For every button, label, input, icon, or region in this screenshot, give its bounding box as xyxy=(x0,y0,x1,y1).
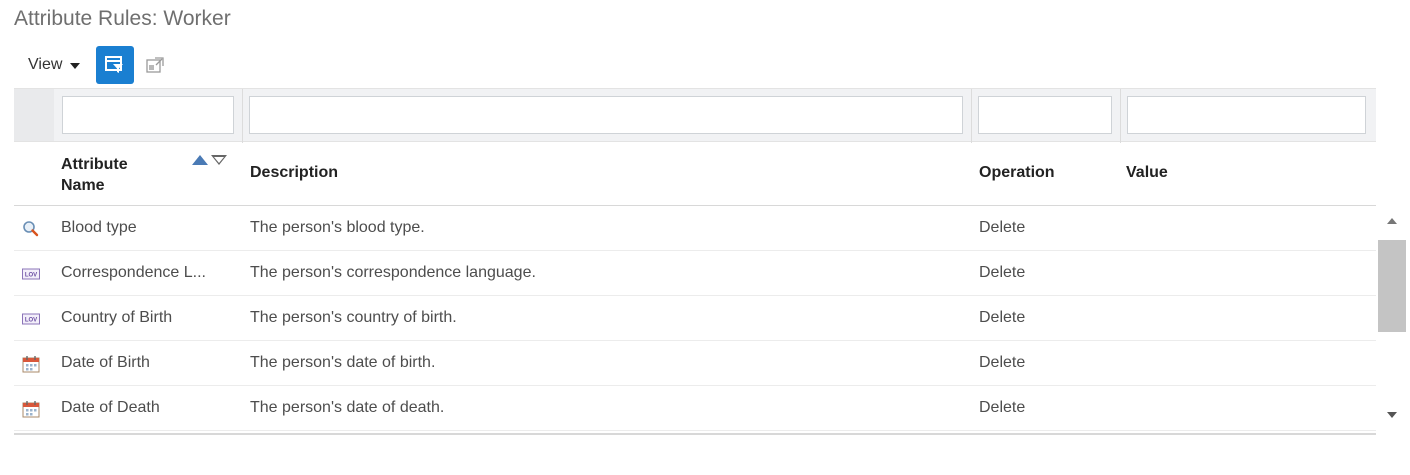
scrollbar-thumb[interactable] xyxy=(1378,240,1406,332)
list-of-values-icon: LOV xyxy=(22,268,40,280)
query-by-example-button[interactable] xyxy=(96,46,135,84)
detach-button[interactable] xyxy=(142,46,168,84)
search-icon xyxy=(23,221,39,237)
table-row[interactable]: Date of Death The person's date of death… xyxy=(14,386,1376,431)
table-row[interactable]: LOV Correspondence L... The person's cor… xyxy=(14,251,1376,296)
filter-value-input[interactable] xyxy=(1127,96,1366,134)
operation-cell: Delete xyxy=(979,219,1026,236)
attribute-name-cell: Country of Birth xyxy=(61,309,173,326)
operation-cell: Delete xyxy=(979,309,1026,326)
operation-cell: Delete xyxy=(979,264,1026,281)
description-cell: The person's correspondence language. xyxy=(250,264,536,281)
operation-cell: Delete xyxy=(979,354,1026,371)
toolbar: View xyxy=(14,46,168,84)
calendar-icon xyxy=(22,356,40,373)
chevron-down-icon xyxy=(70,63,81,69)
filter-operation-input[interactable] xyxy=(978,96,1112,134)
description-cell: The person's blood type. xyxy=(250,219,425,236)
detach-icon xyxy=(146,57,165,73)
view-menu-label: View xyxy=(28,56,63,73)
attribute-name-cell: Blood type xyxy=(61,219,137,236)
query-by-example-icon xyxy=(105,56,124,73)
column-header-description[interactable]: Description xyxy=(250,164,338,182)
svg-text:LOV: LOV xyxy=(25,273,37,279)
attribute-name-cell: Date of Birth xyxy=(61,354,150,371)
calendar-icon xyxy=(22,401,40,418)
table-row[interactable]: Date of Birth The person's date of birth… xyxy=(14,341,1376,386)
page-title: Attribute Rules: Worker xyxy=(14,7,231,30)
filter-row xyxy=(14,88,1376,143)
description-cell: The person's date of death. xyxy=(250,399,445,416)
column-header-operation[interactable]: Operation xyxy=(979,164,1055,182)
svg-text:LOV: LOV xyxy=(25,318,37,324)
table-row[interactable]: Blood type The person's blood type. Dele… xyxy=(14,206,1376,251)
divider xyxy=(14,433,1376,435)
attribute-rules-table: Attribute Name Description Operation Val… xyxy=(14,88,1408,436)
scroll-down-icon[interactable] xyxy=(1387,412,1397,418)
scroll-up-icon[interactable] xyxy=(1387,218,1397,224)
view-menu[interactable]: View xyxy=(14,46,90,84)
operation-cell: Delete xyxy=(979,399,1026,416)
vertical-scrollbar[interactable] xyxy=(1376,206,1408,433)
sort-descending-icon[interactable] xyxy=(211,155,227,165)
description-cell: The person's country of birth. xyxy=(250,309,457,326)
column-header-attribute-name[interactable]: Attribute Name xyxy=(61,154,171,196)
sort-controls[interactable] xyxy=(192,155,227,165)
list-of-values-icon: LOV xyxy=(22,313,40,325)
table-row[interactable]: LOV Country of Birth The person's countr… xyxy=(14,296,1376,341)
sort-ascending-icon[interactable] xyxy=(192,155,208,165)
attribute-name-cell: Date of Death xyxy=(61,399,160,416)
attribute-name-cell: Correspondence L... xyxy=(61,264,206,281)
filter-attribute-name-input[interactable] xyxy=(62,96,234,134)
column-header-value[interactable]: Value xyxy=(1126,164,1168,182)
filter-description-input[interactable] xyxy=(249,96,963,134)
table-body: Blood type The person's blood type. Dele… xyxy=(14,206,1376,431)
column-headers: Attribute Name Description Operation Val… xyxy=(14,142,1376,206)
description-cell: The person's date of birth. xyxy=(250,354,436,371)
